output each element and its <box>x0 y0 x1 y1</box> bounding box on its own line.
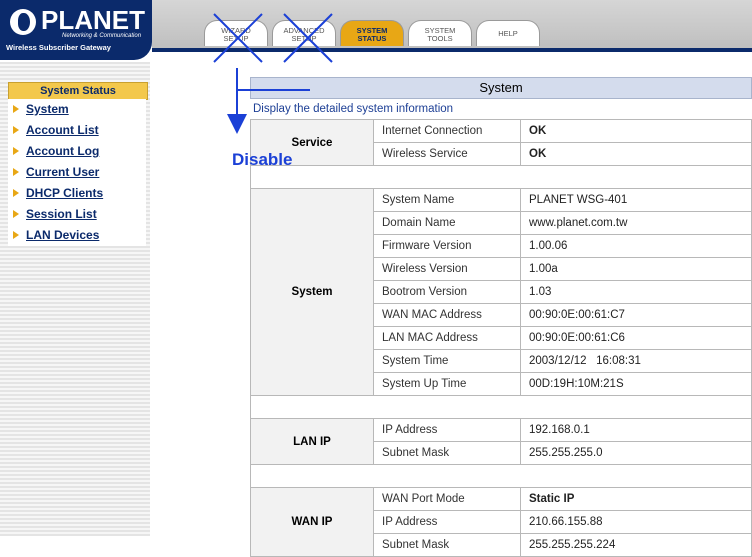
row-key: WAN Port Mode <box>373 487 521 511</box>
row-value: 1.00.06 <box>520 234 752 258</box>
disable-annotation-label: Disable <box>232 150 293 169</box>
row-key: WAN MAC Address <box>373 303 521 327</box>
row-value: 192.168.0.1 <box>520 418 752 442</box>
tab-system-status[interactable]: SYSTEM STATUS <box>340 20 404 46</box>
row-value: 00:90:0E:00:61:C6 <box>520 326 752 350</box>
row-key: Firmware Version <box>373 234 521 258</box>
table-row: LAN IP IP Address 192.168.0.1 <box>250 418 752 465</box>
row-value: 255.255.255.0 <box>520 441 752 465</box>
row-key: Domain Name <box>373 211 521 235</box>
row-value: 1.03 <box>520 280 752 304</box>
tab-advanced-setup[interactable]: ADVANCED SETUP <box>272 20 336 46</box>
row-value: 2003/12/12 16:08:31 <box>520 349 752 373</box>
tab-label: SETUP <box>223 34 249 43</box>
row-key: System Up Time <box>373 372 521 396</box>
row-key: LAN MAC Address <box>373 326 521 350</box>
table-row: System System Name PLANET WSG-401 <box>250 188 752 396</box>
main-content: System Display the detailed system infor… <box>250 77 752 557</box>
planet-logo: PLANET Networking & Communication Wirele… <box>0 0 152 60</box>
table-separator <box>250 464 752 488</box>
sidebar-item-label: Account Log <box>26 144 100 158</box>
group-label-lan-ip: LAN IP <box>250 418 374 465</box>
tab-label: SETUP <box>291 34 317 43</box>
arrow-down-icon <box>227 114 247 134</box>
row-value: 00:90:0E:00:61:C7 <box>520 303 752 327</box>
row-key: Subnet Mask <box>373 533 521 557</box>
sidebar-item-label: Current User <box>26 165 100 179</box>
arrow-right-icon <box>13 105 19 113</box>
row-key: Subnet Mask <box>373 441 521 465</box>
sidebar-title: System Status <box>8 82 148 100</box>
row-value: 00D:19H:10M:21S <box>520 372 752 396</box>
sidebar-item-label: LAN Devices <box>26 228 100 242</box>
table-separator <box>250 395 752 419</box>
page-description: Display the detailed system information <box>253 103 454 115</box>
sidebar-item-current-user[interactable]: Current User <box>8 162 146 183</box>
group-label-wan-ip: WAN IP <box>250 487 374 557</box>
header: PLANET Networking & Communication Wirele… <box>0 0 752 62</box>
arrow-right-icon <box>13 210 19 218</box>
row-key: Bootrom Version <box>373 280 521 304</box>
system-info-table: Service Internet Connection OK Wireless … <box>250 119 752 557</box>
tab-label: TOOLS <box>427 34 453 43</box>
arrow-right-icon <box>13 168 19 176</box>
table-row: Service Internet Connection OK <box>250 119 752 166</box>
arrow-right-icon <box>13 147 19 155</box>
row-value: 255.255.255.224 <box>520 533 752 557</box>
sidebar-item-label: Session List <box>26 207 97 221</box>
tab-label: HELP <box>498 29 518 38</box>
table-row: WAN IP WAN Port Mode Static IP <box>250 487 752 557</box>
arrow-right-icon <box>13 231 19 239</box>
sidebar-item-label: System <box>26 102 69 116</box>
planet-globe-icon <box>10 9 36 35</box>
row-value: OK <box>520 142 752 166</box>
arrow-right-icon <box>13 126 19 134</box>
row-key: IP Address <box>373 510 521 534</box>
nav-bar-divider <box>152 48 752 52</box>
sidebar-item-account-log[interactable]: Account Log <box>8 141 146 162</box>
row-key: Wireless Version <box>373 257 521 281</box>
tab-system-tools[interactable]: SYSTEM TOOLS <box>408 20 472 46</box>
sidebar-item-lan-devices[interactable]: LAN Devices <box>8 225 146 246</box>
arrow-right-icon <box>13 189 19 197</box>
row-value: 210.66.155.88 <box>520 510 752 534</box>
tab-help[interactable]: HELP <box>476 20 540 46</box>
page-title: System <box>250 77 752 99</box>
sidebar-menu: System Account List Account Log Current … <box>8 99 146 246</box>
sidebar-item-account-list[interactable]: Account List <box>8 120 146 141</box>
row-key: Wireless Service <box>373 142 521 166</box>
sidebar: System Status System Account List Accoun… <box>0 62 150 536</box>
group-label-system: System <box>250 188 374 396</box>
row-value: 1.00a <box>520 257 752 281</box>
sidebar-item-system[interactable]: System <box>8 99 146 120</box>
sidebar-item-label: DHCP Clients <box>26 186 104 200</box>
row-key: Internet Connection <box>373 119 521 143</box>
logo-text: PLANET <box>41 5 145 35</box>
logo-subtitle: Networking & Communication <box>62 33 142 39</box>
table-separator <box>250 165 752 189</box>
sidebar-item-session-list[interactable]: Session List <box>8 204 146 225</box>
row-key: System Name <box>373 188 521 212</box>
row-value: www.planet.com.tw <box>520 211 752 235</box>
row-key: System Time <box>373 349 521 373</box>
sidebar-item-label: Account List <box>26 123 99 137</box>
row-value: Static IP <box>520 487 752 511</box>
row-value: OK <box>520 119 752 143</box>
tab-wizard-setup[interactable]: WIZARD SETUP <box>204 20 268 46</box>
sidebar-item-dhcp-clients[interactable]: DHCP Clients <box>8 183 146 204</box>
tab-label: STATUS <box>357 34 387 43</box>
row-key: IP Address <box>373 418 521 442</box>
row-value: PLANET WSG-401 <box>520 188 752 212</box>
product-name: Wireless Subscriber Gateway <box>6 43 111 52</box>
